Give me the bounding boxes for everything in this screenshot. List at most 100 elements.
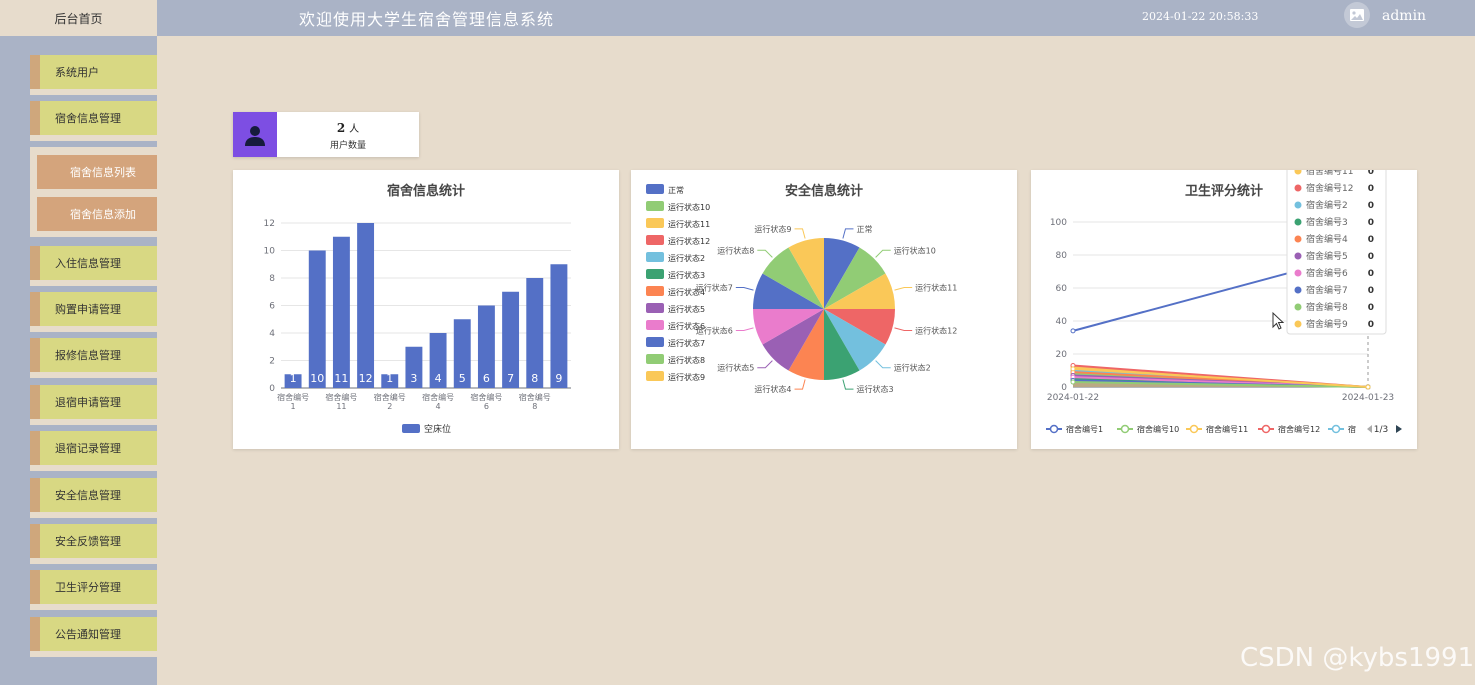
pie-label-line [794, 379, 806, 390]
sidebar-item-label: 系统用户 [55, 66, 99, 79]
sidebar-item-purchase[interactable]: 购置申请管理 [30, 292, 157, 332]
legend-label[interactable]: 运行状态5 [668, 304, 705, 314]
y-tick-label: 10 [264, 247, 276, 257]
sidebar-item-checkin[interactable]: 入住信息管理 [30, 246, 157, 286]
legend-swatch[interactable] [646, 303, 664, 313]
home-tab[interactable]: 后台首页 [0, 0, 157, 36]
tooltip-value: 0 [1368, 235, 1374, 245]
x-tick-label-line2: 1 [291, 402, 296, 411]
bar[interactable] [550, 264, 568, 388]
legend-label[interactable]: 运行状态10 [668, 202, 710, 212]
submenu-item-label: 宿舍信息添加 [70, 208, 136, 221]
legend-label[interactable]: 运行状态7 [668, 338, 705, 348]
sidebar-item-notices[interactable]: 公告通知管理 [30, 617, 157, 657]
pie-label: 运行状态7 [696, 283, 733, 293]
sidebar-item-hygiene-score[interactable]: 卫生评分管理 [30, 570, 157, 610]
submenu-item-dorm-list[interactable]: 宿舍信息列表 [37, 155, 157, 189]
sidebar-item-label: 退宿记录管理 [55, 442, 121, 455]
tooltip-marker [1294, 269, 1302, 277]
sidebar-item-system-users[interactable]: 系统用户 [30, 55, 157, 95]
tooltip-series-name: 宿舍编号5 [1306, 250, 1348, 262]
legend-marker[interactable] [1189, 424, 1199, 434]
legend-label[interactable]: 运行状态11 [668, 219, 710, 229]
sidebar-item-checkout-apply[interactable]: 退宿申请管理 [30, 385, 157, 425]
legend-swatch[interactable] [646, 320, 664, 330]
x-tick-label: 宿舍编号 [470, 392, 502, 402]
legend-prev-icon[interactable] [1367, 425, 1372, 433]
legend-swatch[interactable] [646, 269, 664, 279]
legend-label[interactable]: 运行状态9 [668, 372, 705, 382]
sidebar-item-dorm-info[interactable]: 宿舍信息管理 [30, 101, 157, 141]
x-tick-label: 宿舍编号 [277, 392, 309, 402]
legend-swatch[interactable] [646, 354, 664, 364]
legend-swatch[interactable] [646, 337, 664, 347]
sidebar-item-safety-info[interactable]: 安全信息管理 [30, 478, 157, 518]
legend-label[interactable]: 正常 [668, 186, 684, 195]
top-bar: 后台首页 欢迎使用大学生宿舍管理信息系统 2024-01-22 20:58:33… [0, 0, 1475, 36]
tooltip-marker [1294, 303, 1302, 311]
username[interactable]: admin [1382, 8, 1426, 24]
user-count-label: 用户数量 [329, 141, 366, 151]
x-tick-label-line2: 6 [484, 402, 489, 411]
bar-value-label: 1 [386, 372, 393, 385]
sidebar-item-label: 入住信息管理 [55, 257, 121, 270]
legend-label[interactable]: 运行状态3 [668, 270, 705, 280]
tooltip-value: 0 [1368, 218, 1374, 228]
legend-swatch[interactable] [646, 286, 664, 296]
x-tick-label: 宿舍编号 [325, 392, 357, 402]
series-point[interactable] [1070, 366, 1076, 372]
legend-label[interactable]: 宿舍编号1 [1066, 424, 1103, 434]
series-point[interactable] [1070, 328, 1076, 334]
tooltip-series-name: 宿舍编号3 [1306, 216, 1348, 228]
bar[interactable] [332, 236, 350, 388]
legend-marker[interactable] [1049, 424, 1059, 434]
series-point[interactable] [1070, 379, 1076, 385]
sidebar-item-repair[interactable]: 报修信息管理 [30, 338, 157, 378]
legend-label[interactable]: 运行状态12 [668, 236, 710, 246]
datetime-display: 2024-01-22 20:58:33 [1142, 10, 1259, 23]
legend-marker[interactable] [1120, 424, 1130, 434]
tooltip-series-name: 宿舍编号9 [1306, 318, 1348, 330]
user-count-card: 2人 用户数量 [233, 112, 419, 157]
legend-swatch[interactable] [646, 218, 664, 228]
avatar[interactable] [1344, 2, 1370, 28]
legend-swatch[interactable] [402, 424, 420, 433]
legend-label[interactable]: 宿 [1348, 424, 1356, 434]
pie-label: 运行状态12 [915, 325, 957, 335]
bar[interactable] [308, 250, 326, 389]
legend-marker[interactable] [1331, 424, 1341, 434]
bar[interactable] [357, 223, 375, 388]
bar-value-label: 7 [507, 372, 514, 385]
legend-label[interactable]: 运行状态2 [668, 253, 705, 263]
legend-label[interactable]: 宿舍编号12 [1278, 424, 1320, 434]
bar-value-label: 3 [410, 372, 417, 385]
tooltip: 宿舍编号11 0 宿舍编号12 0 宿舍编号2 0 宿舍编号3 0 宿舍编号4 0 宿舍编号5 0 宿舍… [1286, 170, 1387, 335]
legend-label[interactable]: 运行状态8 [668, 355, 705, 365]
pie-label-line [875, 360, 891, 369]
y-tick-label: 6 [269, 302, 275, 312]
legend-swatch[interactable] [646, 201, 664, 211]
y-tick-label: 12 [264, 219, 275, 229]
legend-swatch[interactable] [646, 235, 664, 245]
series-point[interactable] [1365, 384, 1371, 390]
tooltip-series-name: 宿舍编号6 [1306, 267, 1348, 279]
legend-next-icon[interactable] [1396, 425, 1402, 433]
legend-marker[interactable] [1261, 424, 1271, 434]
tooltip-marker [1294, 235, 1302, 243]
bar-value-label: 5 [459, 372, 466, 385]
legend-swatch[interactable] [646, 252, 664, 262]
sidebar-item-label: 安全信息管理 [55, 489, 121, 502]
legend-swatch[interactable] [646, 371, 664, 381]
safety-info-pie-chart: 安全信息统计正常运行状态10运行状态11运行状态12运行状态2运行状态3运行状态… [646, 183, 957, 394]
dorm-info-bar-chart: 宿舍信息统计0246810121 10 11 12 1 3 4 5 6 7 8 9宿舍编号1宿舍编号1… [264, 183, 571, 435]
legend-label[interactable]: 宿舍编号10 [1137, 424, 1179, 434]
legend-label[interactable]: 空床位 [424, 423, 451, 435]
legend-swatch[interactable] [646, 184, 664, 194]
sidebar-item-safety-feedback[interactable]: 安全反馈管理 [30, 524, 157, 564]
submenu-item-dorm-add[interactable]: 宿舍信息添加 [37, 197, 157, 231]
sidebar-item-checkout-record[interactable]: 退宿记录管理 [30, 431, 157, 471]
tooltip-marker [1294, 286, 1302, 294]
legend-label[interactable]: 宿舍编号11 [1206, 424, 1248, 434]
x-tick-label: 2024-01-22 [1047, 393, 1099, 403]
y-tick-label: 100 [1050, 218, 1067, 228]
